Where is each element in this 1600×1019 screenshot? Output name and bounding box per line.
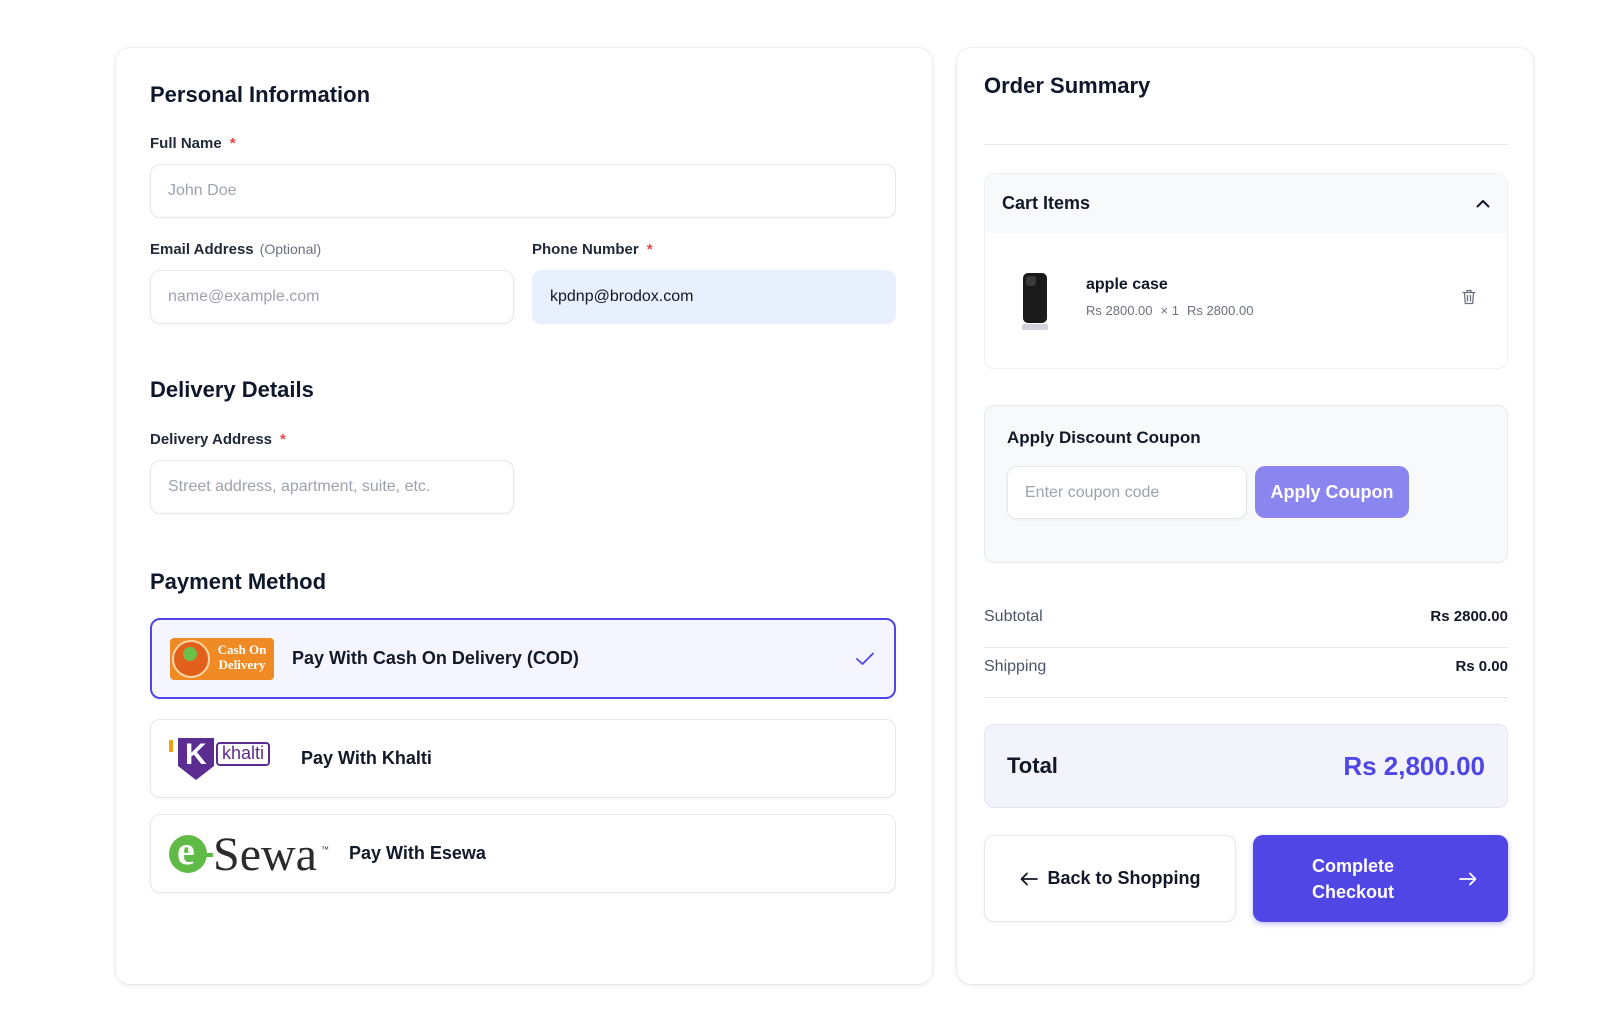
khalti-logo-accent <box>169 739 173 752</box>
payment-method-title: Payment Method <box>150 569 327 594</box>
esewa-logo: e Sewa ™ <box>169 827 329 881</box>
order-summary-card: Order Summary Cart Items apple case Rs 2… <box>957 48 1533 984</box>
total-label: Total <box>1007 753 1058 778</box>
item-line-total: Rs 2800.00 <box>1186 303 1254 318</box>
item-name: apple case <box>1086 276 1168 293</box>
checkout-form-card: Personal Information Full Name * John Doe… <box>116 48 932 984</box>
delivery-address-label: Delivery Address * <box>150 431 286 448</box>
cod-label: Pay With Cash On Delivery (COD) <box>292 648 579 668</box>
esewa-logo-dash <box>203 852 213 857</box>
cart-item-row: apple case Rs 2800.00 × 1 Rs 2800.00 <box>985 233 1507 369</box>
required-mark: * <box>646 241 653 258</box>
khalti-logo: K khalti <box>169 736 281 782</box>
cart-items-title: Cart Items <box>1002 193 1091 213</box>
personal-info-title: Personal Information <box>150 82 371 107</box>
back-to-shopping-label: Back to Shopping <box>1047 868 1201 888</box>
coupon-panel: Apply Discount Coupon Enter coupon code … <box>984 405 1508 563</box>
total-panel: Total Rs 2,800.00 <box>984 724 1508 808</box>
coupon-input[interactable]: Enter coupon code <box>1007 466 1247 519</box>
khalti-label: Pay With Khalti <box>301 748 432 768</box>
cod-logo: Cash On Delivery <box>170 637 274 680</box>
subtotal-label: Subtotal <box>984 608 1043 625</box>
chevron-up-icon[interactable] <box>1476 199 1490 208</box>
coupon-placeholder: Enter coupon code <box>1025 483 1160 501</box>
coupon-title: Apply Discount Coupon <box>1007 428 1201 447</box>
cod-logo-line1: Cash On <box>217 641 267 657</box>
payment-option-khalti[interactable]: K khalti Pay With Khalti <box>150 719 896 798</box>
order-summary-title: Order Summary <box>984 73 1151 98</box>
phone-label: Phone Number * <box>532 241 653 258</box>
cart-items-header[interactable]: Cart Items <box>985 174 1507 233</box>
delivery-address-placeholder: Street address, apartment, suite, etc. <box>168 478 431 495</box>
required-mark: * <box>280 431 286 448</box>
phone-value: kpdnp@brodox.com <box>550 288 694 305</box>
back-to-shopping-button[interactable]: Back to Shopping <box>984 835 1236 922</box>
shipping-row: Shipping Rs 0.00 <box>984 658 1508 676</box>
item-price-row: Rs 2800.00 × 1 Rs 2800.00 <box>1086 303 1253 318</box>
phone-input[interactable]: kpdnp@brodox.com <box>532 270 896 324</box>
apply-coupon-button[interactable]: Apply Coupon <box>1255 466 1409 518</box>
cart-items-panel: Cart Items apple case Rs 2800.00 × 1 Rs … <box>984 173 1508 369</box>
esewa-logo-tm: ™ <box>321 844 329 854</box>
item-unit-price: Rs 2800.00 <box>1086 303 1153 318</box>
email-label: Email Address (Optional) <box>150 241 321 258</box>
payment-option-esewa[interactable]: e Sewa ™ Pay With Esewa <box>150 814 896 893</box>
delivery-details-title: Delivery Details <box>150 377 314 402</box>
payment-option-cod[interactable]: Cash On Delivery Pay With Cash On Delive… <box>150 618 896 699</box>
delivery-address-input[interactable]: Street address, apartment, suite, etc. <box>150 460 514 514</box>
complete-checkout-button[interactable]: Complete Checkout <box>1253 835 1508 922</box>
cod-logo-line2: Delivery <box>218 656 266 672</box>
full-name-placeholder: John Doe <box>168 182 237 199</box>
total-value: Rs 2,800.00 <box>1343 750 1485 781</box>
required-mark: * <box>229 135 236 152</box>
trash-icon[interactable] <box>1462 289 1476 305</box>
esewa-logo-e: e <box>177 827 195 873</box>
checkout-label-line2: Checkout <box>1311 881 1394 902</box>
cod-logo-text: Cash On Delivery <box>212 642 272 672</box>
esewa-label: Pay With Esewa <box>349 843 486 863</box>
full-name-label: Full Name * <box>150 135 236 152</box>
cod-logo-coin-icon <box>183 646 197 661</box>
checkout-label-line1: Complete <box>1311 855 1394 876</box>
shipping-divider <box>984 697 1508 698</box>
email-input[interactable]: name@example.com <box>150 270 514 324</box>
optional-tag: (Optional) <box>259 241 322 257</box>
summary-divider <box>984 144 1508 145</box>
subtotal-divider <box>984 647 1508 648</box>
esewa-logo-sewa: Sewa <box>213 827 317 881</box>
khalti-logo-k: K <box>185 737 207 771</box>
phone-label-text: Phone Number <box>532 241 639 258</box>
shipping-value: Rs 0.00 <box>1455 658 1508 675</box>
camera-lens-icon <box>1026 276 1036 286</box>
delivery-address-label-text: Delivery Address <box>150 431 273 448</box>
product-thumbnail <box>1022 273 1048 331</box>
email-placeholder: name@example.com <box>168 288 320 305</box>
arrow-left-icon <box>1020 872 1038 886</box>
subtotal-row: Subtotal Rs 2800.00 <box>984 608 1508 626</box>
product-stand <box>1022 324 1048 330</box>
arrow-right-icon <box>1459 872 1477 886</box>
check-icon <box>856 652 874 666</box>
email-label-text: Email Address <box>150 241 254 258</box>
khalti-logo-text: khalti <box>222 743 265 763</box>
full-name-input[interactable]: John Doe <box>150 164 896 218</box>
item-qty: × 1 <box>1160 303 1179 318</box>
complete-checkout-label: Complete Checkout <box>1253 853 1453 905</box>
khalti-logo-wordmark: khalti <box>216 741 271 766</box>
full-name-label-text: Full Name <box>150 135 222 152</box>
subtotal-value: Rs 2800.00 <box>1430 608 1508 625</box>
shipping-label: Shipping <box>984 658 1047 675</box>
